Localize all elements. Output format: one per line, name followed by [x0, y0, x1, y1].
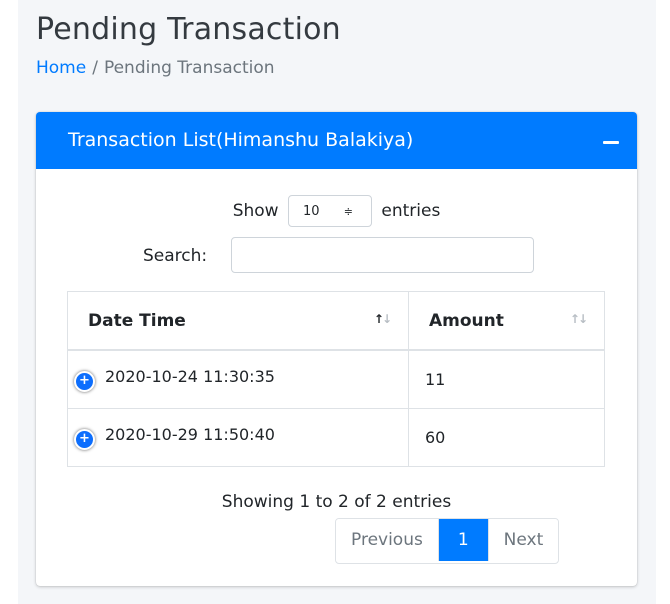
breadcrumb: Home / Pending Transaction — [36, 58, 275, 78]
table-info: Showing 1 to 2 of 2 entries — [221, 492, 452, 512]
cell-amount: 11 — [408, 349, 605, 409]
cell-amount: 60 — [408, 408, 605, 467]
sort-updown-icon: ≑ — [343, 205, 353, 218]
entries-select[interactable]: 10 ≑ — [287, 195, 372, 227]
card-header: Transaction List(Himanshu Balakiya) — [36, 112, 637, 169]
pagination: Previous 1 Next — [335, 518, 560, 564]
sort-icon: ↑↓ — [373, 312, 392, 326]
table-row: +2020-10-29 11:50:40 60 — [67, 408, 605, 467]
page-title: Pending Transaction — [36, 12, 341, 47]
breadcrumb-home-link[interactable]: Home — [36, 58, 86, 78]
collapse-button[interactable] — [597, 126, 625, 154]
column-header-date-time[interactable]: Date Time ↑↓ — [67, 291, 409, 351]
minus-icon — [603, 141, 619, 144]
expand-row-icon[interactable]: + — [74, 371, 95, 392]
search-label: Search: — [143, 246, 208, 266]
table-header-row: Date Time ↑↓ Amount ↑↓ — [67, 291, 605, 351]
transactions-table: Date Time ↑↓ Amount ↑↓ +2020-10-24 11:30… — [67, 291, 605, 467]
sort-icon: ↑↓ — [569, 312, 588, 326]
entries-length-control: Show 10 ≑ entries — [36, 195, 637, 227]
column-header-label: Date Time — [88, 310, 186, 331]
date-time-value: 2020-10-24 11:30:35 — [105, 367, 275, 386]
date-time-value: 2020-10-29 11:50:40 — [105, 425, 275, 444]
next-page-button[interactable]: Next — [487, 519, 559, 561]
table-row: +2020-10-24 11:30:35 11 — [67, 349, 605, 409]
cell-date-time: +2020-10-24 11:30:35 — [67, 349, 409, 409]
content-wrapper: Pending Transaction Home / Pending Transac… — [18, 0, 656, 604]
show-label: Show — [232, 201, 279, 221]
page-1-button[interactable]: 1 — [437, 519, 488, 561]
transaction-card: Transaction List(Himanshu Balakiya) Show… — [36, 112, 637, 586]
cell-date-time: +2020-10-29 11:50:40 — [67, 408, 409, 467]
expand-row-icon[interactable]: + — [74, 429, 95, 450]
column-header-amount[interactable]: Amount ↑↓ — [408, 291, 605, 351]
breadcrumb-current: Pending Transaction — [103, 58, 275, 78]
breadcrumb-separator: / — [92, 58, 98, 78]
entries-select-value: 10 — [302, 204, 320, 219]
previous-page-button[interactable]: Previous — [336, 519, 438, 561]
card-title: Transaction List(Himanshu Balakiya) — [68, 129, 414, 151]
column-header-label: Amount — [429, 310, 504, 331]
entries-label: entries — [381, 201, 441, 221]
search-input[interactable] — [231, 237, 534, 273]
